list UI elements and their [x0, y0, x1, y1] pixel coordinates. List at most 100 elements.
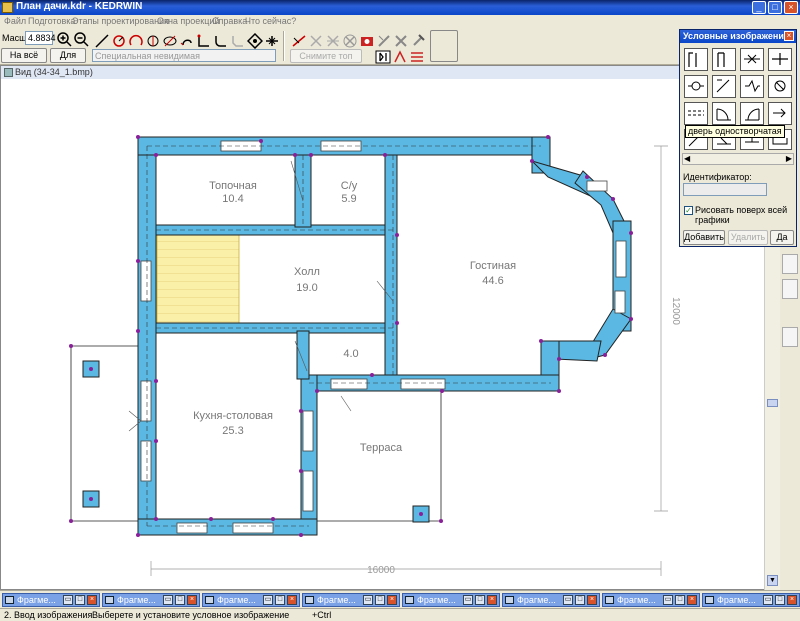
table-icon[interactable]: [782, 279, 798, 299]
chamfer-tool-icon[interactable]: [229, 32, 245, 48]
hammer-tool-icon[interactable]: [409, 32, 425, 48]
zoom-in-icon[interactable]: [55, 30, 72, 47]
maximize-icon[interactable]: □: [275, 595, 285, 605]
toolbar: Масшт 4.8834 На всё окно Для всех Специа…: [0, 29, 680, 74]
minimize-button[interactable]: _: [752, 1, 766, 14]
blank-tool-button[interactable]: [430, 30, 458, 62]
fragment-tab[interactable]: Фрагме... ▭ □ ×: [402, 593, 500, 607]
snap-tool-icon[interactable]: [246, 32, 263, 49]
restore-icon[interactable]: ▭: [463, 595, 473, 605]
close-icon[interactable]: ×: [287, 595, 297, 605]
close-icon[interactable]: ×: [387, 595, 397, 605]
clear-tool-icon[interactable]: [375, 32, 391, 48]
menu-stages[interactable]: Этапы проектирования: [72, 16, 169, 26]
cross-tool-icon[interactable]: [392, 32, 408, 48]
draw-over-checkbox[interactable]: ✓: [684, 206, 693, 215]
menu-file[interactable]: Файл: [4, 16, 26, 26]
scroll-thumb[interactable]: [767, 399, 778, 407]
fragment-tab[interactable]: Фрагме... ▭ □ ×: [602, 593, 700, 607]
close-icon[interactable]: ×: [587, 595, 597, 605]
delete-segment-icon[interactable]: [307, 32, 323, 48]
line-tool-icon[interactable]: [93, 32, 109, 48]
maximize-button[interactable]: □: [768, 1, 782, 14]
restore-icon[interactable]: ▭: [563, 595, 573, 605]
fit-window-button[interactable]: На всё окно: [1, 48, 47, 73]
fragment-tab[interactable]: Фрагме... ▭ □ ×: [2, 593, 100, 607]
add-button[interactable]: Добавить: [683, 230, 725, 245]
symbol-window-icon[interactable]: [684, 102, 708, 125]
symbol-door-double-icon[interactable]: [712, 48, 736, 71]
maximize-icon[interactable]: □: [75, 595, 85, 605]
trim-tool-icon[interactable]: [290, 32, 306, 48]
maximize-icon[interactable]: □: [475, 595, 485, 605]
fragment-tab[interactable]: Фрагме... ▭ □ ×: [502, 593, 600, 607]
symbol-radiator-icon[interactable]: [740, 75, 764, 98]
maximize-icon[interactable]: □: [775, 595, 785, 605]
maximize-icon[interactable]: □: [175, 595, 185, 605]
floor-plan-canvas[interactable]: Топочная 10.4 С/у 5.9 Холл 19.0 Гостиная…: [1, 79, 765, 589]
maximize-icon[interactable]: □: [675, 595, 685, 605]
split-tool-icon[interactable]: [263, 32, 279, 48]
arc-tool-icon[interactable]: [127, 32, 143, 48]
scroll-down-icon[interactable]: ▼: [767, 575, 778, 586]
fillet-tool-icon[interactable]: [212, 32, 228, 48]
close-icon[interactable]: ×: [787, 595, 797, 605]
symbol-door-left-icon[interactable]: [740, 102, 764, 125]
zoom-out-icon[interactable]: [72, 30, 89, 47]
arc2-tool-icon[interactable]: [144, 32, 160, 48]
restore-icon[interactable]: ▭: [763, 595, 773, 605]
print-icon[interactable]: [782, 327, 798, 347]
restore-icon[interactable]: ▭: [163, 595, 173, 605]
restore-icon[interactable]: ▭: [63, 595, 73, 605]
symbol-arrow-icon[interactable]: [768, 102, 792, 125]
close-button[interactable]: ×: [784, 1, 798, 14]
scroll-right-icon[interactable]: ▶: [786, 154, 792, 163]
spiral-tool-icon[interactable]: [178, 32, 194, 48]
symbol-socket-icon[interactable]: [712, 75, 736, 98]
scale-input[interactable]: 4.8834: [25, 31, 56, 45]
panel-close-button[interactable]: ×: [784, 31, 794, 41]
symbol-lamp-icon[interactable]: [768, 75, 792, 98]
maximize-icon[interactable]: □: [575, 595, 585, 605]
menu-help[interactable]: Справка: [212, 16, 247, 26]
mirror-tool-icon[interactable]: [374, 48, 391, 64]
menu-prepare[interactable]: Подготовка: [28, 16, 75, 26]
fragment-tab[interactable]: Фрагме... ▭ □ ×: [302, 593, 400, 607]
ellipse-tool-icon[interactable]: [161, 32, 177, 48]
drawing-window-title: Вид (34-34_1.bmp): [1, 66, 779, 79]
layers-icon[interactable]: [782, 254, 798, 274]
symbol-pipe-icon[interactable]: [768, 48, 792, 71]
identifier-input[interactable]: [683, 183, 767, 196]
line-type-select[interactable]: Специальная невидимая: [92, 49, 276, 62]
symbol-switch-icon[interactable]: [684, 75, 708, 98]
close-icon[interactable]: ×: [87, 595, 97, 605]
restore-icon[interactable]: ▭: [263, 595, 273, 605]
restore-icon[interactable]: ▭: [663, 595, 673, 605]
maximize-icon[interactable]: □: [375, 595, 385, 605]
rotate-tool-icon[interactable]: [391, 48, 407, 64]
yes-button[interactable]: Да: [770, 230, 794, 245]
list-tool-icon[interactable]: [408, 48, 424, 64]
erase-tool-icon[interactable]: [341, 32, 357, 48]
scroll-left-icon[interactable]: ◀: [684, 154, 690, 163]
delete-button[interactable]: Удалить: [728, 230, 768, 245]
fragment-tab[interactable]: Фрагме... ▭ □ ×: [702, 593, 800, 607]
symbol-door-single-icon[interactable]: [712, 102, 736, 125]
delete-lines-icon[interactable]: [324, 32, 340, 48]
circle-tool-icon[interactable]: [110, 32, 126, 48]
fragment-tab[interactable]: Фрагме... ▭ □ ×: [102, 593, 200, 607]
symbol-door-icon[interactable]: [684, 48, 708, 71]
restore-icon[interactable]: ▭: [363, 595, 373, 605]
camera-tool-icon[interactable]: [358, 32, 374, 48]
fit-all-button[interactable]: Для всех: [50, 48, 86, 73]
symbol-scrollbar[interactable]: ◀ ▶: [682, 153, 794, 165]
close-icon[interactable]: ×: [487, 595, 497, 605]
fragment-tab[interactable]: Фрагме... ▭ □ ×: [202, 593, 300, 607]
menu-projections[interactable]: Окна проекций: [157, 16, 219, 26]
bend-tool-icon[interactable]: [195, 32, 211, 48]
menu-whats-now[interactable]: Что сейчас?: [245, 16, 296, 26]
close-icon[interactable]: ×: [687, 595, 697, 605]
remove-top-button[interactable]: Снимите топ линии: [290, 49, 362, 74]
symbol-valve-icon[interactable]: [740, 48, 764, 71]
close-icon[interactable]: ×: [187, 595, 197, 605]
